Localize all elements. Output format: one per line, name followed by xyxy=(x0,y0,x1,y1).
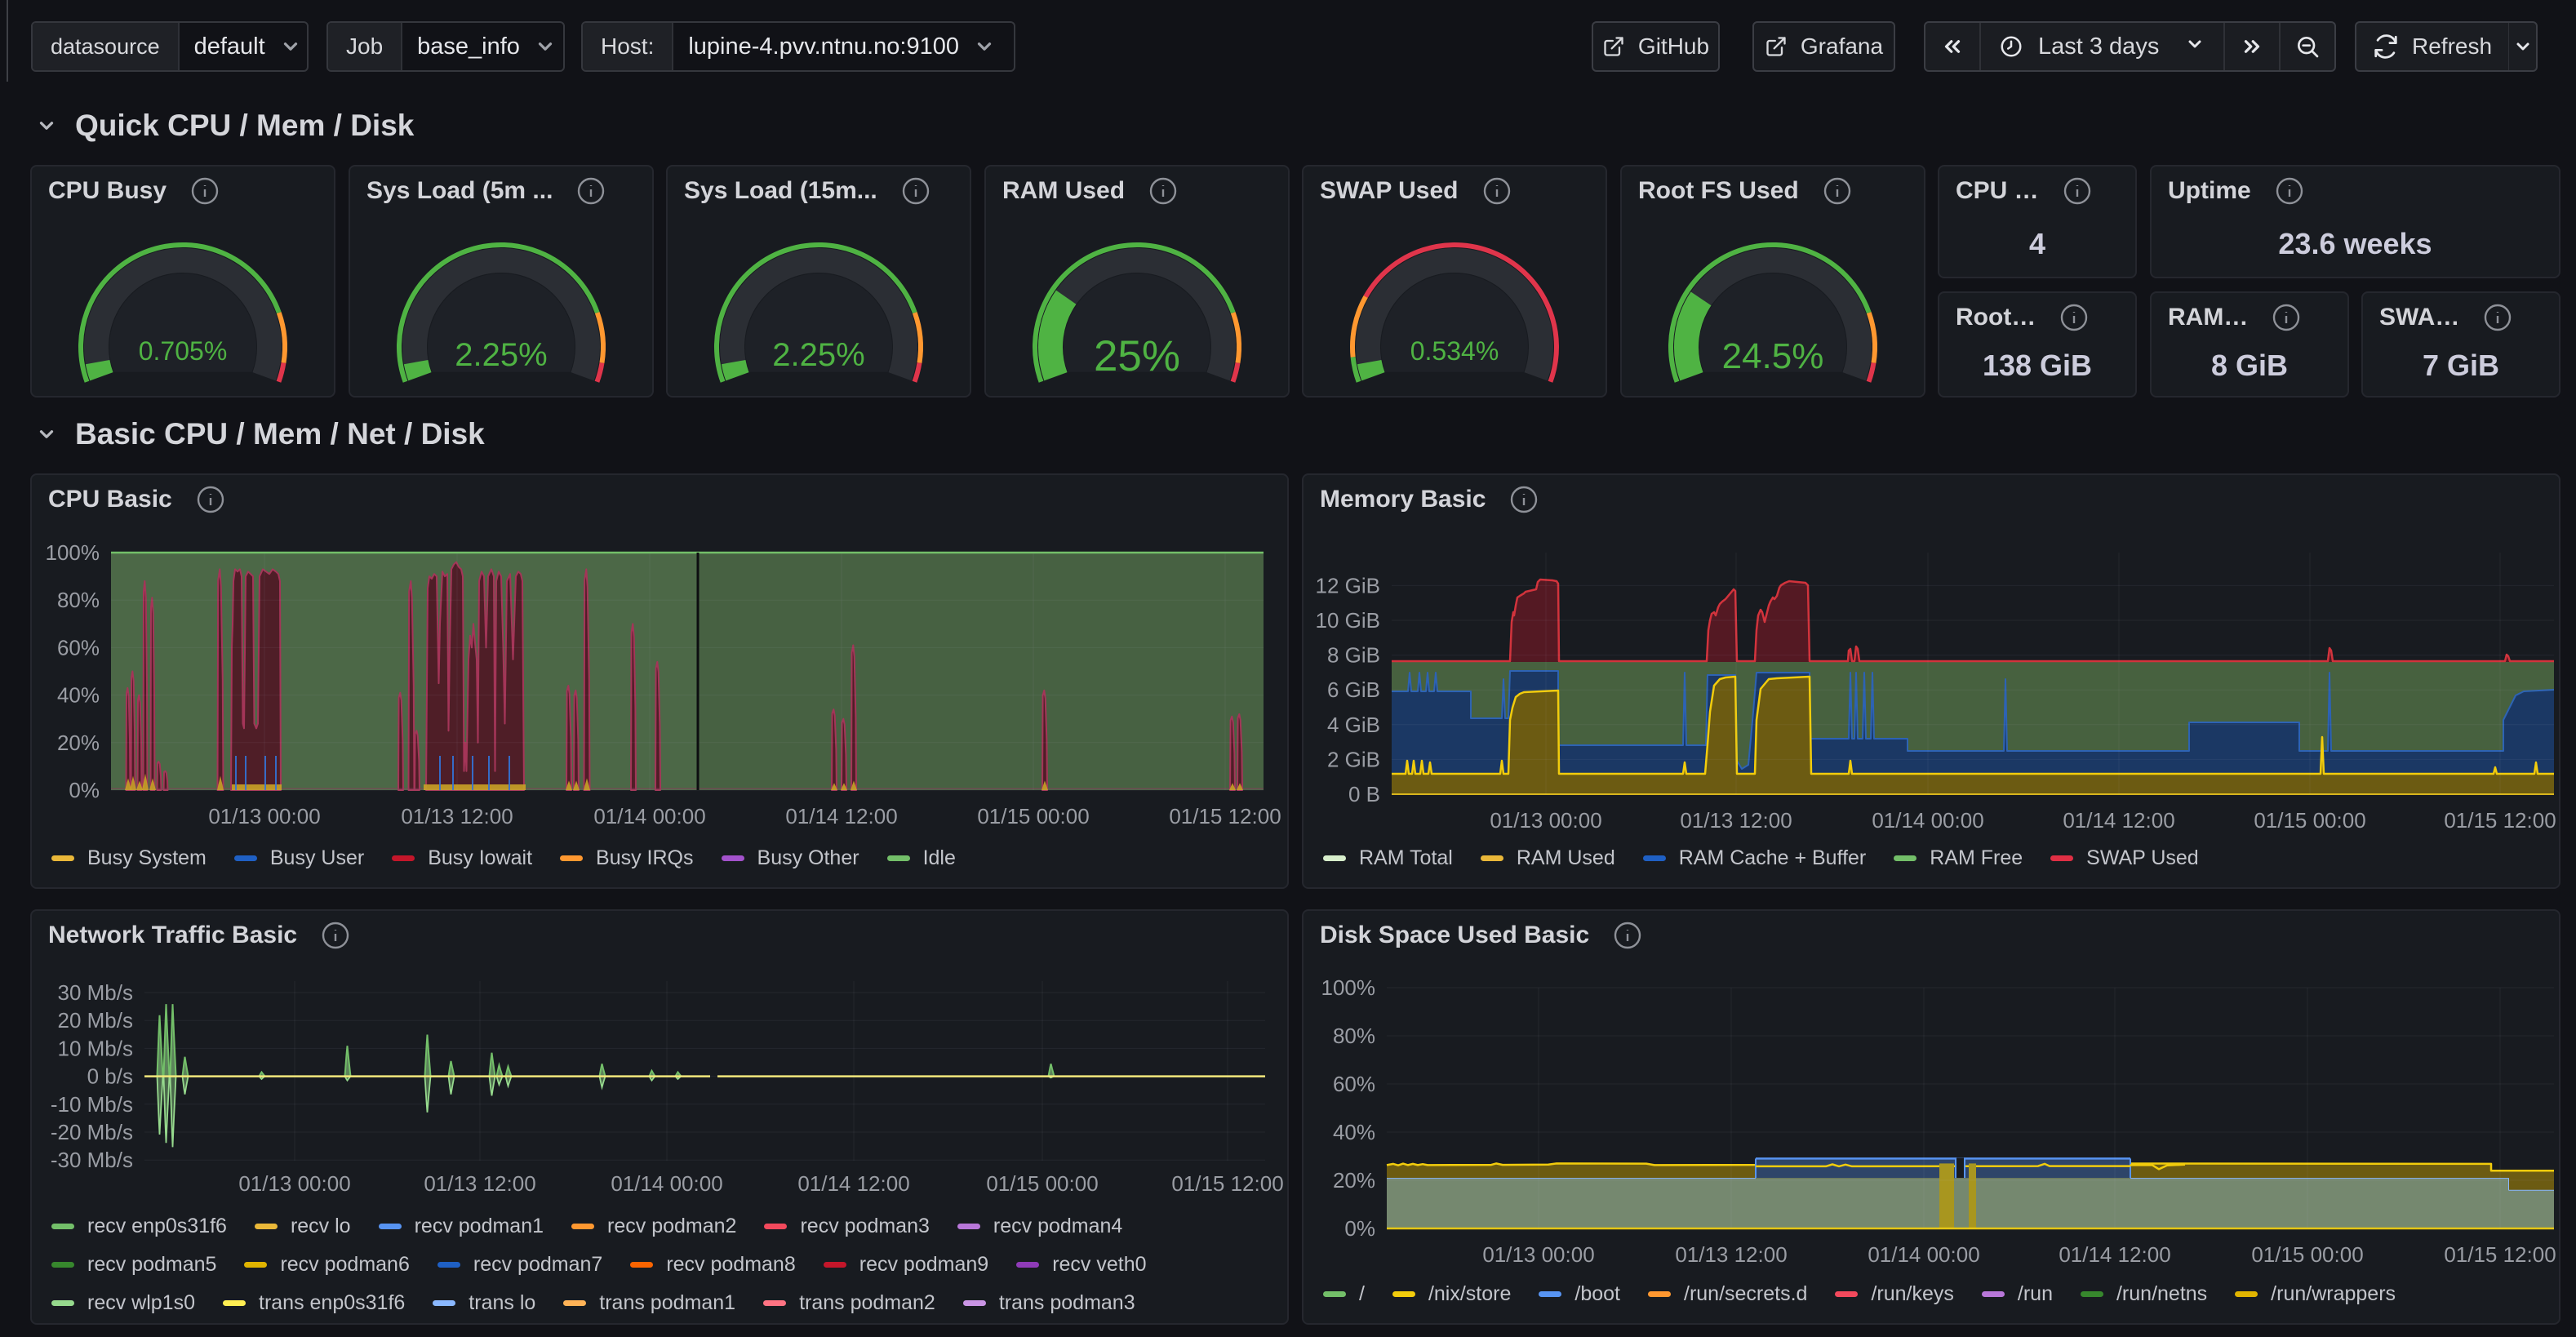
svg-text:80%: 80% xyxy=(1333,1024,1375,1048)
svg-text:01/14 00:00: 01/14 00:00 xyxy=(1868,1242,1979,1267)
svg-text:01/13 00:00: 01/13 00:00 xyxy=(1490,808,1601,833)
svg-text:01/15 00:00: 01/15 00:00 xyxy=(977,804,1089,828)
svg-text:60%: 60% xyxy=(1333,1072,1375,1096)
svg-text:01/14 12:00: 01/14 12:00 xyxy=(785,804,897,828)
svg-text:2 GiB: 2 GiB xyxy=(1327,747,1380,771)
svg-text:100%: 100% xyxy=(1321,975,1376,1000)
svg-text:10 Mb/s: 10 Mb/s xyxy=(58,1036,134,1060)
svg-text:01/14 12:00: 01/14 12:00 xyxy=(2059,1242,2170,1267)
svg-text:-30 Mb/s: -30 Mb/s xyxy=(51,1148,133,1172)
svg-text:01/13 00:00: 01/13 00:00 xyxy=(1482,1242,1594,1267)
svg-text:01/13 12:00: 01/13 12:00 xyxy=(1675,1242,1787,1267)
svg-text:20%: 20% xyxy=(57,731,100,755)
svg-text:01/13 12:00: 01/13 12:00 xyxy=(401,804,513,828)
svg-text:01/14 00:00: 01/14 00:00 xyxy=(1872,808,1983,833)
svg-text:6 GiB: 6 GiB xyxy=(1327,677,1380,702)
svg-text:01/15 00:00: 01/15 00:00 xyxy=(2254,808,2365,833)
svg-text:20%: 20% xyxy=(1333,1168,1375,1193)
svg-text:01/14 12:00: 01/14 12:00 xyxy=(797,1171,909,1196)
svg-text:0 b/s: 0 b/s xyxy=(87,1064,133,1089)
svg-text:01/15 12:00: 01/15 12:00 xyxy=(1169,804,1281,828)
svg-text:01/15 12:00: 01/15 12:00 xyxy=(1171,1171,1283,1196)
svg-text:01/14 00:00: 01/14 00:00 xyxy=(611,1171,722,1196)
svg-text:01/15 12:00: 01/15 12:00 xyxy=(2444,808,2556,833)
svg-text:0.534%: 0.534% xyxy=(1410,336,1499,366)
svg-text:01/15 00:00: 01/15 00:00 xyxy=(2251,1242,2363,1267)
svg-text:30 Mb/s: 30 Mb/s xyxy=(58,980,134,1005)
svg-text:-20 Mb/s: -20 Mb/s xyxy=(51,1120,133,1144)
svg-text:80%: 80% xyxy=(57,588,100,612)
svg-text:2.25%: 2.25% xyxy=(455,337,547,373)
svg-text:40%: 40% xyxy=(57,683,100,708)
svg-text:25%: 25% xyxy=(1094,332,1180,380)
svg-text:12 GiB: 12 GiB xyxy=(1316,573,1381,597)
svg-text:24.5%: 24.5% xyxy=(1722,336,1824,376)
svg-text:01/14 00:00: 01/14 00:00 xyxy=(593,804,705,828)
svg-text:0%: 0% xyxy=(1344,1216,1375,1241)
svg-text:100%: 100% xyxy=(46,540,100,565)
svg-text:2.25%: 2.25% xyxy=(772,337,864,373)
svg-text:-10 Mb/s: -10 Mb/s xyxy=(51,1092,133,1117)
svg-text:01/13 12:00: 01/13 12:00 xyxy=(1680,808,1792,833)
svg-text:01/14 12:00: 01/14 12:00 xyxy=(2063,808,2174,833)
svg-text:0.705%: 0.705% xyxy=(139,336,228,366)
svg-text:01/15 12:00: 01/15 12:00 xyxy=(2444,1242,2556,1267)
svg-text:01/13 12:00: 01/13 12:00 xyxy=(424,1171,535,1196)
svg-text:10 GiB: 10 GiB xyxy=(1316,608,1381,633)
svg-text:01/15 00:00: 01/15 00:00 xyxy=(986,1171,1098,1196)
svg-text:4 GiB: 4 GiB xyxy=(1327,713,1380,737)
svg-text:60%: 60% xyxy=(57,635,100,660)
svg-text:40%: 40% xyxy=(1333,1120,1375,1144)
svg-text:0%: 0% xyxy=(69,778,100,802)
svg-text:01/13 00:00: 01/13 00:00 xyxy=(238,1171,350,1196)
svg-text:01/13 00:00: 01/13 00:00 xyxy=(208,804,320,828)
svg-text:8 GiB: 8 GiB xyxy=(1327,643,1380,668)
svg-text:0 B: 0 B xyxy=(1348,782,1380,806)
svg-text:20 Mb/s: 20 Mb/s xyxy=(58,1008,134,1033)
